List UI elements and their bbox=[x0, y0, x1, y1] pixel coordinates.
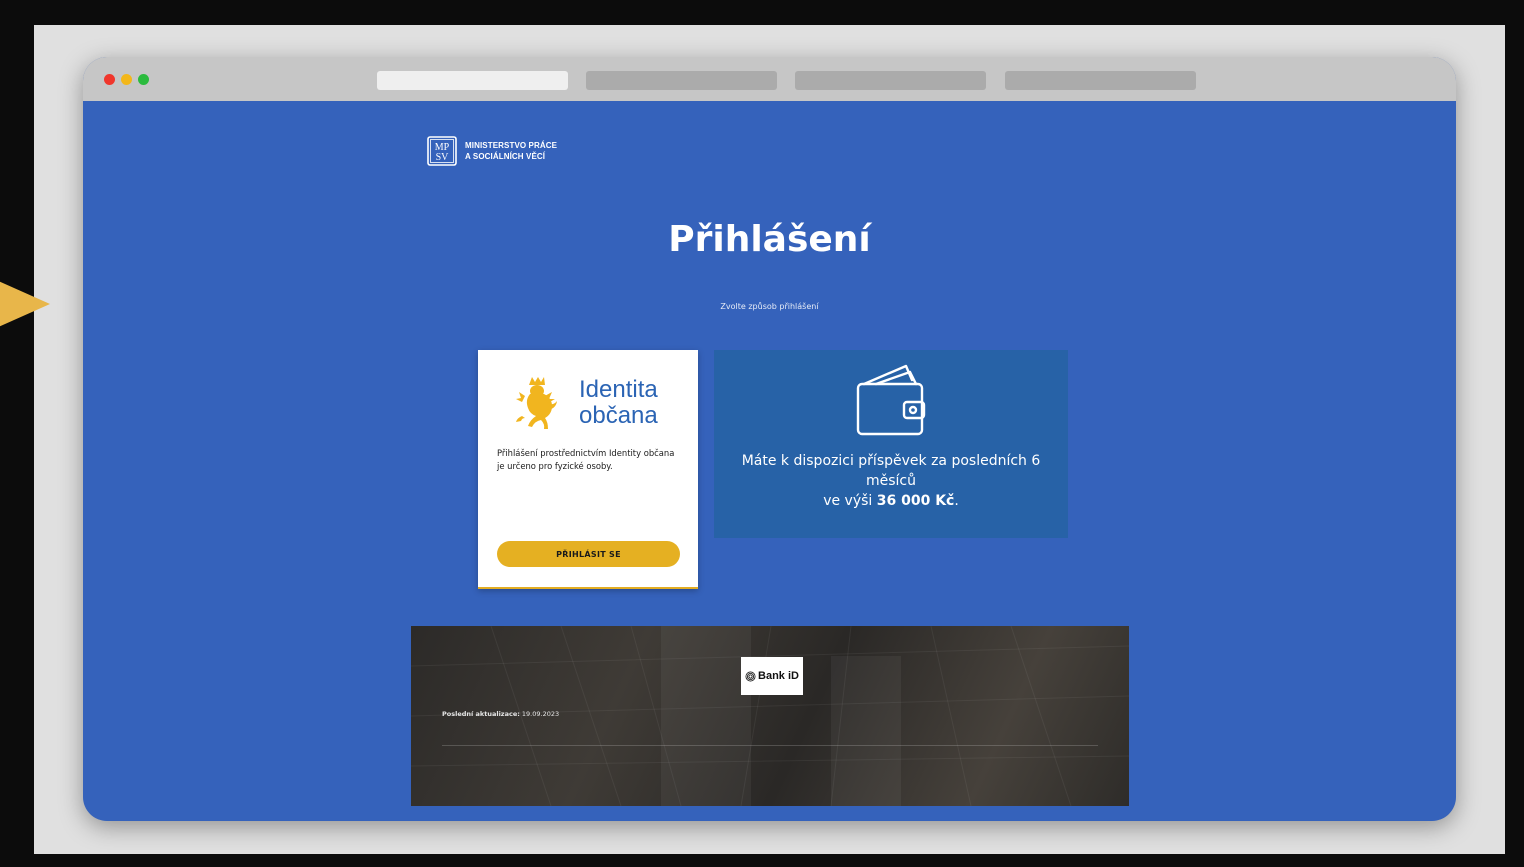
maximize-window-button[interactable] bbox=[138, 74, 149, 85]
mpsv-logo[interactable]: MP SV MINISTERSTVO PRÁCE A SOCIÁLNÍCH VĚ… bbox=[427, 136, 557, 166]
close-window-button[interactable] bbox=[104, 74, 115, 85]
fingerprint-icon bbox=[745, 671, 756, 681]
ministry-name: MINISTERSTVO PRÁCE A SOCIÁLNÍCH VĚCÍ bbox=[465, 140, 557, 162]
identita-obcana-card: Identita občana Přihlášení prostřednictv… bbox=[478, 350, 698, 589]
identita-title-line2: občana bbox=[579, 402, 658, 429]
bankid-label: Bank iD bbox=[758, 670, 799, 682]
bankid-logo[interactable]: Bank iD bbox=[741, 657, 803, 695]
browser-tab[interactable] bbox=[586, 71, 777, 90]
last-update-label: Poslední aktualizace: bbox=[442, 710, 520, 718]
wallet-amount: 36 000 Kč bbox=[876, 493, 955, 509]
wallet-amount-prefix: ve výši bbox=[823, 493, 877, 509]
page-footer: Bank iD Poslední aktualizace: 19.09.2023 bbox=[411, 626, 1129, 806]
wallet-text-line1: Máte k dispozici příspěvek za posledních… bbox=[741, 453, 1041, 489]
browser-tab[interactable] bbox=[1005, 71, 1196, 90]
page-content: MP SV MINISTERSTVO PRÁCE A SOCIÁLNÍCH VĚ… bbox=[83, 101, 1456, 821]
last-update-date: 19.09.2023 bbox=[521, 710, 560, 718]
ministry-name-line2: A SOCIÁLNÍCH VĚCÍ bbox=[465, 152, 546, 161]
wallet-balance-text: Máte k dispozici příspěvek za posledních… bbox=[734, 451, 1048, 511]
browser-titlebar bbox=[83, 57, 1456, 101]
login-button[interactable]: PŘIHLÁSIT SE bbox=[497, 541, 680, 567]
wallet-icon bbox=[856, 364, 926, 436]
pointer-arrow-icon bbox=[0, 280, 50, 328]
identita-obcana-title: Identita občana bbox=[579, 377, 658, 429]
page-title: Přihlášení bbox=[668, 219, 871, 260]
browser-tab-active[interactable] bbox=[377, 71, 568, 90]
minimize-window-button[interactable] bbox=[121, 74, 132, 85]
identita-title-line1: Identita bbox=[579, 376, 658, 403]
ministry-name-line1: MINISTERSTVO PRÁCE bbox=[465, 141, 558, 150]
svg-text:SV: SV bbox=[436, 152, 450, 163]
browser-tab[interactable] bbox=[795, 71, 986, 90]
browser-window: MP SV MINISTERSTVO PRÁCE A SOCIÁLNÍCH VĚ… bbox=[83, 57, 1456, 821]
last-update: Poslední aktualizace: 19.09.2023 bbox=[442, 710, 559, 718]
footer-divider bbox=[442, 745, 1098, 746]
wallet-info-card: Máte k dispozici příspěvek za posledních… bbox=[714, 350, 1068, 538]
czech-lion-icon bbox=[516, 377, 557, 429]
identita-description: Přihlášení prostřednictvím Identity obča… bbox=[497, 448, 675, 471]
wallet-amount-suffix: . bbox=[954, 493, 959, 509]
page-subtitle: Zvolte způsob přihlášení bbox=[720, 302, 819, 311]
mpsv-logo-icon: MP SV bbox=[427, 136, 457, 166]
wallet-text-line2: ve výši 36 000 Kč. bbox=[734, 491, 1048, 511]
